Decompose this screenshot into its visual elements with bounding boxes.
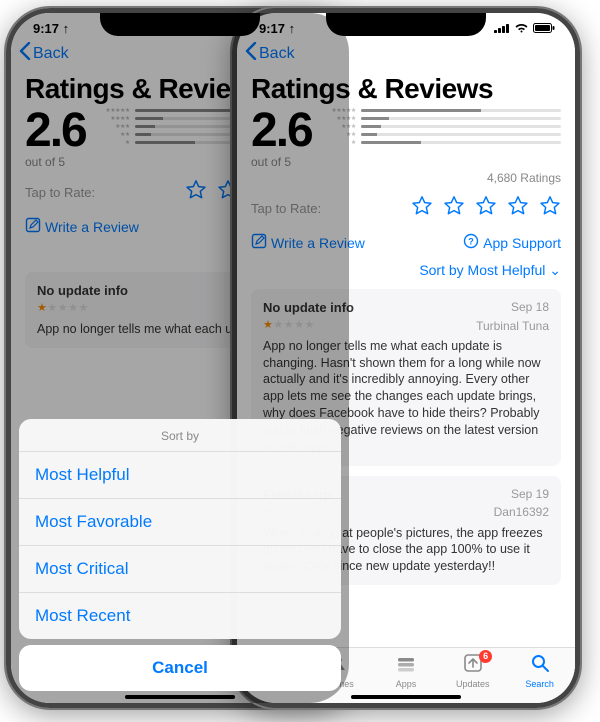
review-author: Turbinal Tuna xyxy=(476,318,549,334)
review-date: Sep 18 xyxy=(511,299,549,317)
tab-apps[interactable]: Apps xyxy=(373,652,440,689)
sort-option-most-critical[interactable]: Most Critical xyxy=(19,546,341,593)
sort-option-most-recent[interactable]: Most Recent xyxy=(19,593,341,639)
home-indicator xyxy=(351,695,461,699)
question-icon: ? xyxy=(463,233,479,252)
device-notch xyxy=(100,12,260,36)
signal-icon xyxy=(494,21,510,36)
app-support-button[interactable]: ? App Support xyxy=(463,233,561,252)
rate-star-icon[interactable] xyxy=(507,195,529,221)
wifi-icon xyxy=(514,21,529,36)
svg-text:?: ? xyxy=(468,237,474,247)
tab-label: Updates xyxy=(456,679,490,689)
sort-option-most-helpful[interactable]: Most Helpful xyxy=(19,452,341,499)
tab-label: Apps xyxy=(396,679,417,689)
rate-star-icon[interactable] xyxy=(411,195,433,221)
updates-icon xyxy=(439,652,506,679)
sort-label: Sort by Most Helpful xyxy=(419,262,545,278)
sort-sheet-title: Sort by xyxy=(19,419,341,452)
sort-cancel-button[interactable]: Cancel xyxy=(19,645,341,691)
chevron-down-icon: ⌄ xyxy=(549,262,561,278)
app-support-label: App Support xyxy=(483,235,561,251)
sort-option-most-favorable[interactable]: Most Favorable xyxy=(19,499,341,546)
tab-search[interactable]: Search xyxy=(506,652,573,689)
home-indicator xyxy=(125,695,235,699)
tab-updates[interactable]: 6 Updates xyxy=(439,652,506,689)
review-date: Sep 19 xyxy=(511,486,549,504)
sort-sheet: Sort by Most Helpful Most Favorable Most… xyxy=(19,419,341,639)
rate-stars[interactable] xyxy=(411,195,561,221)
review-author: Dan16392 xyxy=(494,504,549,520)
search-icon xyxy=(506,652,573,679)
apps-icon xyxy=(373,652,440,679)
rating-bars: ★★★★★★★★★★★★★★★ xyxy=(322,107,561,169)
tab-label: Search xyxy=(525,679,554,689)
rate-star-icon[interactable] xyxy=(443,195,465,221)
rate-star-icon[interactable] xyxy=(475,195,497,221)
rate-star-icon[interactable] xyxy=(539,195,561,221)
phone-left: 9:17 ↑ Back Ratings & Reviews xyxy=(6,8,354,708)
battery-icon xyxy=(533,21,555,36)
device-notch xyxy=(326,12,486,36)
